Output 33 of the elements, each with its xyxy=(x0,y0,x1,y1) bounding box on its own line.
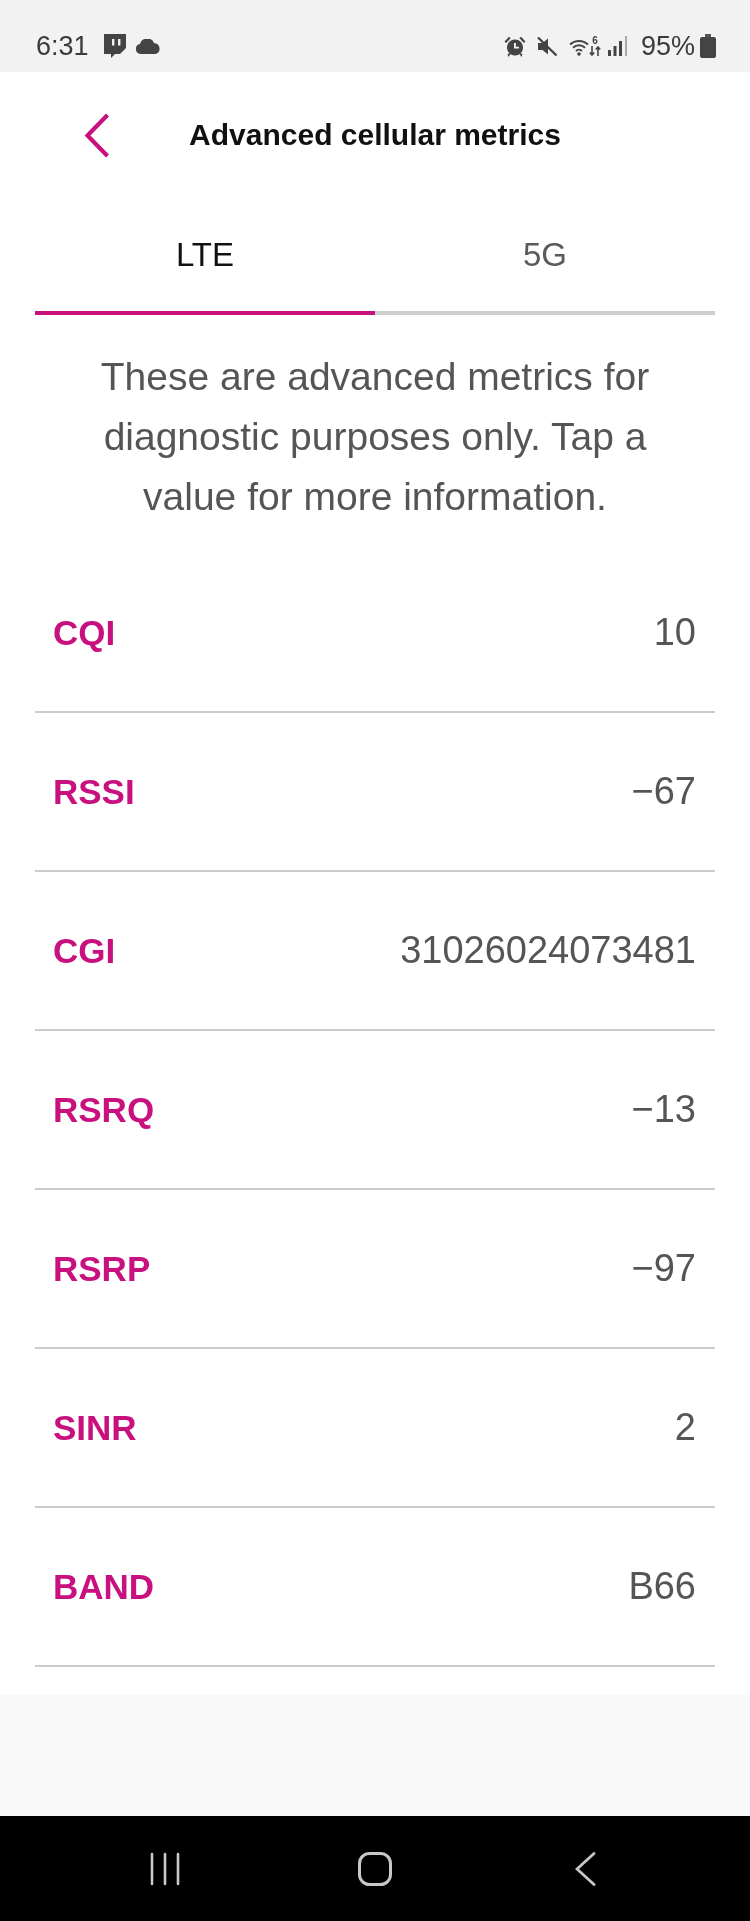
metric-name: RSRQ xyxy=(53,1089,155,1130)
metric-value[interactable]: −13 xyxy=(631,1088,696,1131)
metric-name: SINR xyxy=(53,1407,137,1448)
wifi-standard-label: 6 xyxy=(592,36,598,46)
metric-name: BAND xyxy=(53,1566,155,1607)
metric-value[interactable]: 10 xyxy=(653,611,696,654)
page-title: Advanced cellular metrics xyxy=(189,118,561,152)
battery-icon xyxy=(700,34,716,58)
chevron-left-icon xyxy=(574,1851,596,1886)
metric-value[interactable]: B66 xyxy=(628,1565,696,1608)
metric-name: CGI xyxy=(53,930,116,971)
metric-name: RSSI xyxy=(53,771,135,812)
chevron-left-icon xyxy=(84,112,110,158)
metric-name: CQI xyxy=(53,612,116,653)
metric-value[interactable]: −97 xyxy=(631,1247,696,1290)
wifi-icon xyxy=(568,38,589,56)
speech-bubble-icon xyxy=(101,34,126,58)
tab[interactable]: LTE xyxy=(35,198,375,315)
muted-speaker-icon xyxy=(535,35,558,57)
recent-apps-icon xyxy=(149,1851,181,1886)
metric-value[interactable]: −67 xyxy=(631,770,696,813)
cloud-icon xyxy=(134,38,161,54)
up-down-arrows-icon xyxy=(588,46,601,56)
battery-percentage: 95% xyxy=(640,31,695,61)
tab[interactable]: 5G xyxy=(375,198,715,315)
alarm-clock-icon xyxy=(503,35,526,57)
signal-bars-icon xyxy=(607,36,629,56)
home-icon xyxy=(358,1851,392,1886)
description-text: These are advanced metrics for diagnostic purposes only. Tap a value for more information. xyxy=(99,354,651,520)
metric-value[interactable]: 31026024073481 xyxy=(400,929,696,972)
status-time: 6:31 xyxy=(36,31,89,61)
metric-name: RSRP xyxy=(53,1248,151,1289)
metric-value[interactable]: 2 xyxy=(674,1406,696,1449)
